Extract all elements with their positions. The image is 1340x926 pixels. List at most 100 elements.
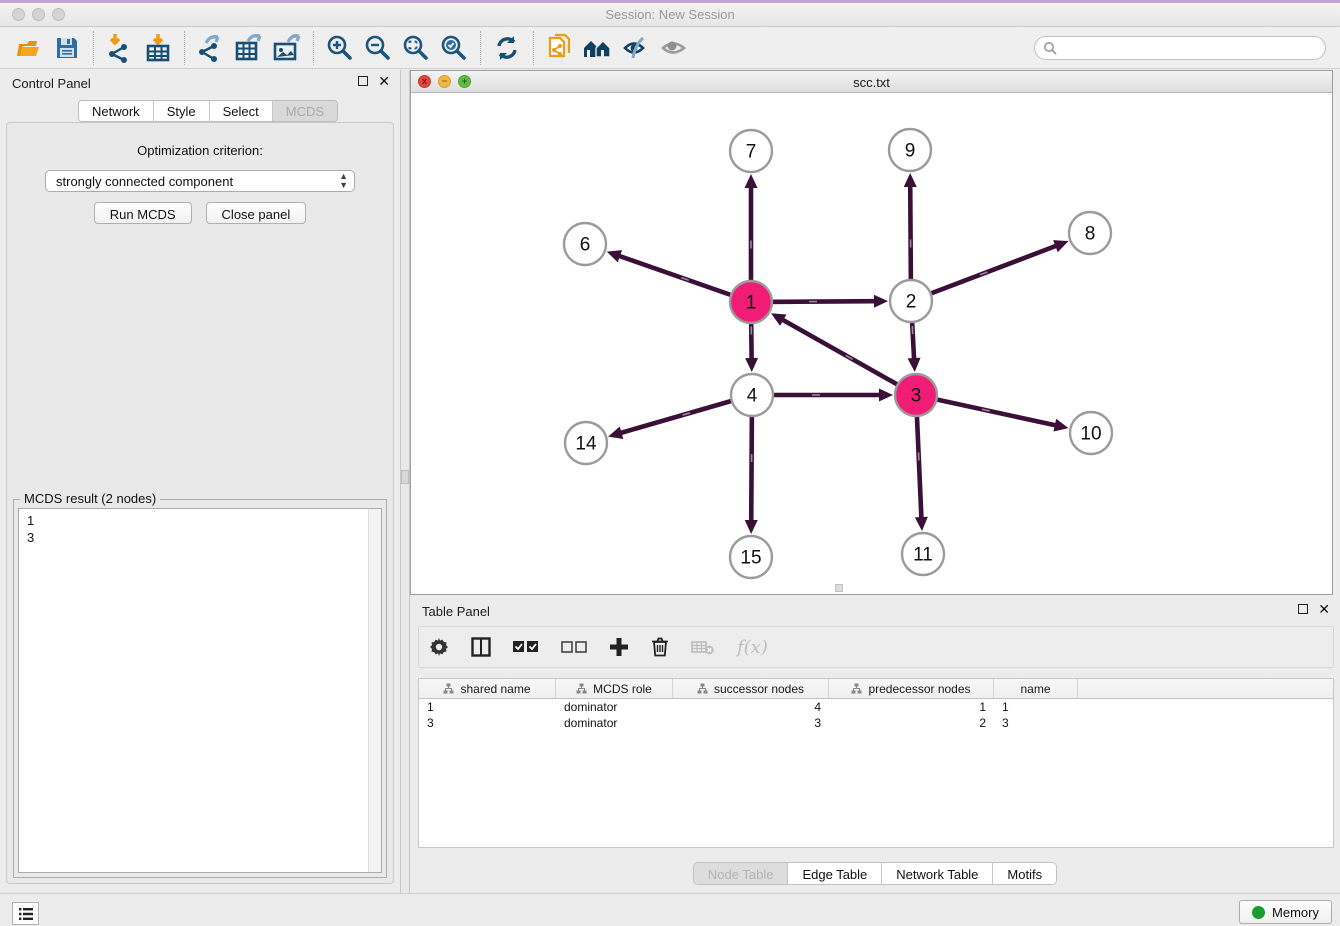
tab-style[interactable]: Style [154, 101, 210, 121]
cell-shared-name[interactable]: 3 [419, 716, 556, 730]
add-icon[interactable] [609, 637, 629, 657]
float-panel-icon[interactable] [358, 76, 368, 86]
toolbar-separator [480, 31, 481, 65]
cell-name[interactable]: 3 [994, 716, 1078, 730]
maximize-network-button[interactable]: + [458, 75, 471, 88]
cell-predecessor-nodes[interactable]: 1 [829, 700, 994, 714]
tab-network-table[interactable]: Network Table [882, 863, 993, 884]
search-icon [1043, 41, 1057, 55]
import-table-icon[interactable] [139, 30, 177, 66]
import-network-icon[interactable] [101, 30, 139, 66]
select-all-icon[interactable] [513, 640, 539, 654]
network-graph[interactable]: 7968124314101511 [411, 93, 1332, 594]
function-builder-icon: f(x) [737, 637, 768, 658]
save-session-icon[interactable] [48, 30, 86, 66]
new-network-from-selection-icon[interactable] [541, 30, 579, 66]
close-table-panel-icon[interactable]: ✕ [1318, 604, 1330, 614]
memory-status-icon [1252, 906, 1265, 919]
deselect-all-icon[interactable] [561, 640, 587, 654]
column-header-name[interactable]: name [994, 679, 1078, 698]
export-image-icon[interactable] [268, 30, 306, 66]
edge-arrowhead [745, 358, 758, 372]
tab-mcds[interactable]: MCDS [273, 101, 337, 121]
table-row[interactable]: 1 dominator 4 1 1 [419, 699, 1333, 715]
result-scrollbar[interactable] [368, 509, 381, 872]
node-label-6: 6 [580, 235, 591, 256]
task-history-button[interactable] [12, 902, 39, 925]
column-header-successor-nodes[interactable]: successor nodes [673, 679, 829, 698]
toolbar-separator [93, 31, 94, 65]
network-canvas[interactable]: 7968124314101511 [411, 93, 1332, 594]
zoom-in-icon[interactable] [321, 30, 359, 66]
close-panel-button[interactable]: Close panel [206, 202, 307, 224]
window-titlebar: Session: New Session [0, 3, 1340, 27]
node-label-7: 7 [746, 142, 757, 163]
tab-network[interactable]: Network [79, 101, 154, 121]
edge-arrowhead [915, 517, 928, 531]
node-label-15: 15 [740, 548, 761, 569]
node-label-8: 8 [1085, 224, 1096, 245]
show-column-panel-icon[interactable] [471, 637, 491, 657]
column-header-shared-name[interactable]: shared name [419, 679, 556, 698]
delete-icon[interactable] [651, 637, 669, 657]
delete-table-icon [691, 639, 715, 655]
memory-button[interactable]: Memory [1239, 900, 1332, 924]
tab-motifs[interactable]: Motifs [993, 863, 1056, 884]
mcds-tab-content: Optimization criterion: strongly connect… [6, 122, 394, 884]
node-label-14: 14 [575, 434, 597, 455]
column-header-predecessor-nodes[interactable]: predecessor nodes [829, 679, 994, 698]
cell-shared-name[interactable]: 1 [419, 700, 556, 714]
open-file-icon[interactable] [10, 30, 48, 66]
column-type-icon [697, 683, 708, 694]
mcds-result-list[interactable]: 1 3 [18, 508, 382, 873]
node-label-10: 10 [1080, 424, 1101, 445]
search-field[interactable] [1034, 36, 1326, 60]
table-row[interactable]: 3 dominator 3 2 3 [419, 715, 1333, 731]
export-table-icon[interactable] [230, 30, 268, 66]
table-tabs: Node Table Edge Table Network Table Moti… [693, 862, 1057, 885]
minimize-network-button[interactable]: − [438, 75, 451, 88]
cell-mcds-role[interactable]: dominator [556, 700, 673, 714]
table-toolbar: f(x) [418, 626, 1334, 668]
status-bar: Memory [0, 893, 1340, 926]
column-header-mcds-role[interactable]: MCDS role [556, 679, 673, 698]
edge-arrowhead [607, 250, 622, 262]
tab-node-table[interactable]: Node Table [694, 863, 789, 884]
run-mcds-button[interactable]: Run MCDS [94, 202, 192, 224]
node-label-1: 1 [746, 293, 757, 314]
vertical-splitter[interactable] [400, 70, 410, 893]
settings-gear-icon[interactable] [429, 637, 449, 657]
cell-successor-nodes[interactable]: 4 [673, 700, 829, 714]
optimization-criterion-dropdown[interactable]: strongly connected component ▲▼ [45, 170, 355, 192]
column-type-icon [443, 683, 454, 694]
tab-select[interactable]: Select [210, 101, 273, 121]
float-table-panel-icon[interactable] [1298, 604, 1308, 614]
cell-name[interactable]: 1 [994, 700, 1078, 714]
first-neighbors-icon[interactable] [579, 30, 617, 66]
refresh-icon[interactable] [488, 30, 526, 66]
node-table: shared name MCDS role successor nodes pr… [418, 678, 1334, 848]
tab-edge-table[interactable]: Edge Table [788, 863, 882, 884]
show-all-icon[interactable] [655, 30, 693, 66]
cell-predecessor-nodes[interactable]: 2 [829, 716, 994, 730]
search-input[interactable] [1062, 40, 1317, 55]
hide-selected-icon[interactable] [617, 30, 655, 66]
zoom-out-icon[interactable] [359, 30, 397, 66]
splitter-grip[interactable] [401, 470, 409, 484]
cell-mcds-role[interactable]: dominator [556, 716, 673, 730]
mcds-result-group: MCDS result (2 nodes) 1 3 [13, 499, 387, 878]
network-resize-grip[interactable] [835, 584, 843, 592]
edge-arrowhead [874, 295, 888, 308]
node-label-2: 2 [906, 292, 917, 313]
table-panel: Table Panel ✕ [410, 598, 1340, 893]
cell-successor-nodes[interactable]: 3 [673, 716, 829, 730]
zoom-fit-icon[interactable] [397, 30, 435, 66]
close-panel-icon[interactable]: ✕ [378, 76, 390, 86]
close-network-button[interactable]: x [418, 75, 431, 88]
column-type-icon [576, 683, 587, 694]
zoom-selected-icon[interactable] [435, 30, 473, 66]
export-network-icon[interactable] [192, 30, 230, 66]
memory-label: Memory [1272, 905, 1319, 920]
network-view-window: x − + scc.txt 7968124314101511 [410, 70, 1333, 595]
network-window-titlebar: x − + scc.txt [411, 71, 1332, 93]
